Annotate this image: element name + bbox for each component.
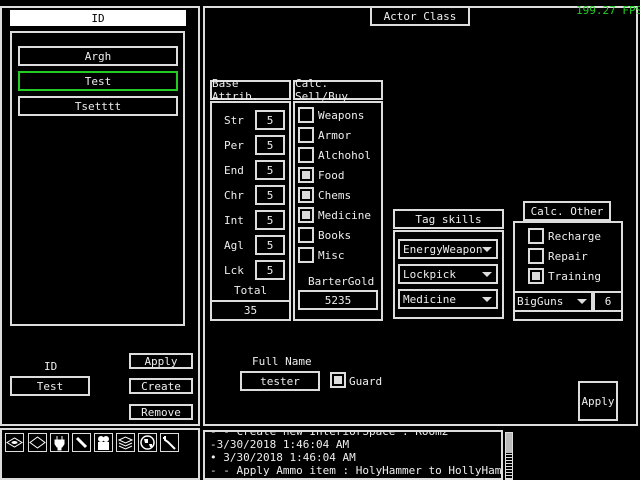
- list-item-label: Test: [84, 74, 112, 88]
- dropdown-value: EnergyWeapon: [403, 242, 483, 256]
- sellbuy-label: Chems: [318, 189, 352, 202]
- skill-value-input[interactable]: 6: [593, 291, 623, 312]
- attr-label: Chr: [224, 189, 244, 202]
- dropdown-value: Medicine: [403, 292, 456, 306]
- attr-input[interactable]: 5: [255, 185, 285, 205]
- dropdown-value: Lockpick: [403, 267, 456, 281]
- skill-dropdown[interactable]: BigGuns: [513, 291, 593, 312]
- sellbuy-label: Armor: [318, 129, 352, 142]
- sellbuy-checkbox[interactable]: [298, 147, 314, 163]
- main-apply-button[interactable]: Apply: [578, 381, 618, 421]
- total-value: 35: [243, 304, 258, 317]
- wrench-icon[interactable]: [160, 433, 179, 452]
- attr-input[interactable]: 5: [255, 260, 285, 280]
- dropdown-value: BigGuns: [517, 295, 564, 308]
- list-item[interactable]: Argh: [18, 46, 178, 66]
- attr-label: Agl: [224, 239, 244, 252]
- other-label: Training: [548, 270, 601, 283]
- list-item-selected[interactable]: Test: [18, 71, 178, 91]
- divider: [212, 300, 289, 302]
- diamond-icon[interactable]: [28, 433, 47, 452]
- list-item[interactable]: Tsetttt: [18, 96, 178, 116]
- log-line: • 3/30/2018 1:46:04 AM: [210, 451, 356, 464]
- tag-skill-dropdown-3[interactable]: Medicine: [398, 289, 498, 309]
- chevron-down-icon: [577, 299, 587, 304]
- chevron-down-icon: [482, 296, 492, 302]
- attr-label: End: [224, 164, 244, 177]
- sellbuy-label: Books: [318, 229, 352, 242]
- id-label: ID: [44, 360, 58, 373]
- plug-icon[interactable]: [50, 433, 69, 452]
- sellbuy-label: Food: [318, 169, 345, 182]
- sellbuy-checkbox[interactable]: [298, 227, 314, 243]
- attr-input[interactable]: 5: [255, 210, 285, 230]
- fullname-input[interactable]: tester: [240, 371, 320, 391]
- chevron-down-icon: [482, 246, 493, 252]
- other-checkbox[interactable]: [528, 268, 544, 284]
- bartergold-label: BarterGold: [308, 275, 375, 288]
- knife-icon[interactable]: [72, 433, 91, 452]
- bartergold-input[interactable]: 5235: [298, 290, 378, 310]
- apply-button[interactable]: Apply: [129, 353, 193, 369]
- tag-skill-dropdown-2[interactable]: Lockpick: [398, 264, 498, 284]
- eye-icon[interactable]: [5, 433, 24, 452]
- sellbuy-checkbox[interactable]: [298, 127, 314, 143]
- list-item-label: Tsetttt: [74, 99, 122, 113]
- sellbuy-checkbox[interactable]: [298, 187, 314, 203]
- sellbuy-label: Alchohol: [318, 149, 371, 162]
- sellbuy-checkbox[interactable]: [298, 247, 314, 263]
- guard-checkbox[interactable]: [330, 372, 346, 388]
- log-line: - - Create new InteriorSpace : Room2: [210, 430, 449, 438]
- other-label: Repair: [548, 250, 588, 263]
- fullname-label: Full Name: [252, 355, 312, 368]
- attr-label: Lck: [224, 264, 244, 277]
- attr-label: Int: [224, 214, 244, 227]
- layers-icon[interactable]: [116, 433, 135, 452]
- create-button[interactable]: Create: [129, 378, 193, 394]
- tag-skills-header: Tag skills: [393, 209, 504, 229]
- attr-input[interactable]: 5: [255, 110, 285, 130]
- sellbuy-header: Calc. Sell/Buy: [293, 77, 383, 103]
- list-item-label: Argh: [84, 49, 112, 63]
- attr-label: Str: [224, 114, 244, 127]
- log-line: -3/30/2018 1:46:04 AM: [210, 438, 350, 451]
- attr-input[interactable]: 5: [255, 160, 285, 180]
- other-checkbox[interactable]: [528, 248, 544, 264]
- guard-label: Guard: [349, 375, 383, 388]
- scrollbar-thumb[interactable]: [506, 433, 512, 453]
- other-checkbox[interactable]: [528, 228, 544, 244]
- fps-counter: 199.27 FPS: [576, 4, 640, 17]
- sellbuy-checkbox[interactable]: [298, 207, 314, 223]
- attr-input[interactable]: 5: [255, 235, 285, 255]
- globe-icon[interactable]: [138, 433, 157, 452]
- sellbuy-label: Misc: [318, 249, 345, 262]
- attr-input[interactable]: 5: [255, 135, 285, 155]
- log-scrollbar[interactable]: [505, 432, 513, 480]
- log-line: - - Apply Ammo item : HolyHammer to Holl…: [210, 464, 503, 477]
- sellbuy-label: Medicine: [318, 209, 371, 222]
- sellbuy-label: Weapons: [318, 109, 365, 122]
- id-header: ID: [10, 10, 186, 26]
- calc-other-header: Calc. Other: [523, 201, 611, 221]
- total-label: Total: [234, 284, 268, 297]
- people-icon[interactable]: [94, 433, 113, 452]
- remove-button[interactable]: Remove: [129, 404, 193, 420]
- panel-title: Actor Class: [370, 6, 470, 26]
- sellbuy-checkbox[interactable]: [298, 107, 314, 123]
- base-attrib-header: Base Attrib.: [210, 77, 291, 103]
- tag-skill-dropdown-1[interactable]: EnergyWeapon: [398, 239, 498, 259]
- sellbuy-checkbox[interactable]: [298, 167, 314, 183]
- id-input[interactable]: Test: [10, 376, 90, 396]
- log-panel: - - Create new InteriorSpace : Room2 -3/3…: [203, 430, 503, 480]
- chevron-down-icon: [482, 271, 492, 277]
- other-label: Recharge: [548, 230, 601, 243]
- attr-label: Per: [224, 139, 244, 152]
